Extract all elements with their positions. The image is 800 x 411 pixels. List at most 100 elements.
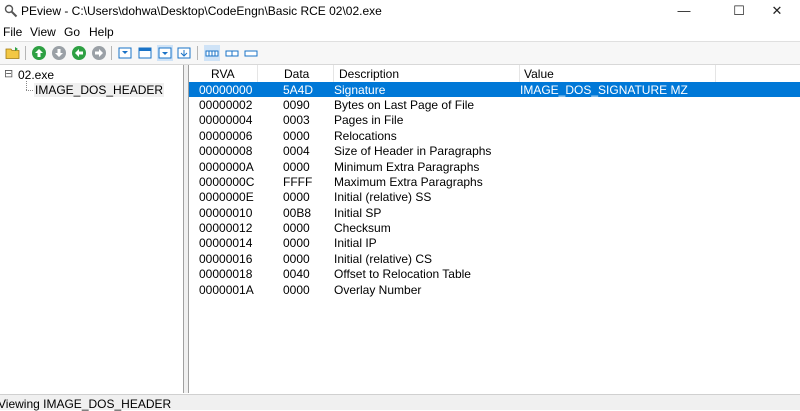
table-row[interactable]: 00000016 0000 Initial (relative) CS [189, 251, 800, 266]
status-bar: Viewing IMAGE_DOS_HEADER [0, 394, 800, 411]
cell-data: 0040 [283, 267, 310, 281]
table-row[interactable]: 00000002 0090 Bytes on Last Page of File [189, 97, 800, 112]
dwords-icon[interactable] [243, 45, 259, 61]
tree-connector [26, 81, 28, 90]
open-folder-icon[interactable] [5, 45, 21, 61]
magnifier-app-icon [4, 4, 18, 18]
cell-data: 5A4D [283, 83, 314, 97]
column-header-rva[interactable]: RVA [211, 67, 235, 81]
toolbar-separator [111, 46, 112, 60]
cell-description: Offset to Relocation Table [334, 267, 471, 281]
menu-bar: File View Go Help [0, 24, 800, 40]
tree-item-image-dos-header[interactable]: IMAGE_DOS_HEADER [34, 83, 165, 97]
column-divider[interactable] [715, 65, 716, 82]
table-row[interactable]: 00000006 0000 Relocations [189, 128, 800, 143]
cell-rva: 00000002 [199, 98, 253, 112]
table-row[interactable]: 0000001A 0000 Overlay Number [189, 282, 800, 297]
toolbar [0, 41, 800, 65]
cell-rva: 00000010 [199, 206, 253, 220]
cell-description: Initial SP [334, 206, 382, 220]
cell-data: 00B8 [283, 206, 312, 220]
toolbar-separator [25, 46, 26, 60]
table-row[interactable]: 00000018 0040 Offset to Relocation Table [189, 266, 800, 281]
cell-data: 0000 [283, 190, 310, 204]
cell-rva: 00000004 [199, 113, 253, 127]
cell-data: 0003 [283, 113, 310, 127]
menu-file[interactable]: File [3, 25, 22, 39]
menu-help[interactable]: Help [89, 25, 114, 39]
table-row[interactable]: 00000010 00B8 Initial SP [189, 205, 800, 220]
toolbar-separator [197, 46, 198, 60]
cell-rva: 0000000A [199, 160, 254, 174]
cell-data: 0000 [283, 252, 310, 266]
cell-value: IMAGE_DOS_SIGNATURE MZ [520, 83, 688, 97]
tree-connector [26, 90, 33, 92]
table-row[interactable]: 00000014 0000 Initial IP [189, 235, 800, 250]
menu-view[interactable]: View [30, 25, 56, 39]
cell-rva: 00000016 [199, 252, 253, 266]
table-row[interactable]: 0000000E 0000 Initial (relative) SS [189, 189, 800, 204]
window-title: PEview - C:\Users\dohwa\Desktop\CodeEngn… [21, 4, 382, 18]
go-up-icon[interactable] [31, 45, 47, 61]
column-header-value[interactable]: Value [524, 67, 554, 81]
cell-description: Bytes on Last Page of File [334, 98, 475, 112]
cell-description: Relocations [334, 129, 397, 143]
menu-go[interactable]: Go [64, 25, 80, 39]
cell-description: Initial (relative) CS [334, 252, 433, 266]
tree-root-item[interactable]: 02.exe [18, 68, 54, 82]
cell-description: Initial IP [334, 236, 377, 250]
close-button[interactable]: ✕ [754, 0, 800, 22]
table-row[interactable]: 00000004 0003 Pages in File [189, 112, 800, 127]
bytes-icon[interactable] [204, 45, 220, 61]
view-tile4-icon[interactable] [176, 45, 192, 61]
cell-description: Maximum Extra Paragraphs [334, 175, 483, 189]
cell-description: Initial (relative) SS [334, 190, 432, 204]
table-row[interactable]: 00000008 0004 Size of Header in Paragrap… [189, 143, 800, 158]
cell-data: 0004 [283, 144, 310, 158]
view-tile3-icon[interactable] [157, 45, 173, 61]
cell-rva: 00000012 [199, 221, 253, 235]
tree-collapse-icon[interactable]: ⊟ [4, 67, 13, 80]
title-bar[interactable]: PEview - C:\Users\dohwa\Desktop\CodeEngn… [0, 0, 800, 22]
minimize-icon: — [677, 3, 691, 18]
cell-description: Size of Header in Paragraphs [334, 144, 492, 158]
cell-rva: 00000018 [199, 267, 253, 281]
table-row[interactable]: 0000000A 0000 Minimum Extra Paragraphs [189, 159, 800, 174]
details-list[interactable]: RVA Data Description Value 00000000 5A4D… [189, 65, 800, 393]
view-tile1-icon[interactable] [117, 45, 133, 61]
cell-data: 0000 [283, 221, 310, 235]
go-forward-icon[interactable] [91, 45, 107, 61]
cell-data: FFFF [283, 175, 313, 189]
column-divider[interactable] [519, 65, 520, 82]
column-header-description[interactable]: Description [339, 67, 399, 81]
cell-description: Minimum Extra Paragraphs [334, 160, 480, 174]
cell-data: 0000 [283, 129, 310, 143]
cell-rva: 0000000E [199, 190, 254, 204]
cell-data: 0000 [283, 160, 310, 174]
cell-description: Signature [334, 83, 386, 97]
maximize-icon: ☐ [733, 3, 745, 18]
cell-data: 0000 [283, 283, 310, 297]
cell-rva: 00000000 [199, 83, 253, 97]
view-tile2-icon[interactable] [137, 45, 153, 61]
cell-rva: 00000008 [199, 144, 253, 158]
cell-description: Overlay Number [334, 283, 422, 297]
list-header: RVA Data Description Value [189, 65, 800, 83]
cell-description: Pages in File [334, 113, 404, 127]
words-icon[interactable] [224, 45, 240, 61]
column-header-data[interactable]: Data [284, 67, 309, 81]
cell-description: Checksum [334, 221, 391, 235]
tree-view[interactable]: ⊟ 02.exe IMAGE_DOS_HEADER [0, 65, 184, 393]
column-divider[interactable] [257, 65, 258, 82]
go-down-icon[interactable] [51, 45, 67, 61]
table-row[interactable]: 00000012 0000 Checksum [189, 220, 800, 235]
table-row[interactable]: 00000000 5A4D Signature IMAGE_DOS_SIGNAT… [189, 82, 800, 97]
minimize-button[interactable]: — [661, 0, 707, 22]
close-icon: ✕ [771, 3, 783, 18]
cell-rva: 0000000C [199, 175, 255, 189]
go-back-icon[interactable] [71, 45, 87, 61]
cell-rva: 00000006 [199, 129, 253, 143]
cell-rva: 00000014 [199, 236, 253, 250]
column-divider[interactable] [333, 65, 334, 82]
table-row[interactable]: 0000000C FFFF Maximum Extra Paragraphs [189, 174, 800, 189]
